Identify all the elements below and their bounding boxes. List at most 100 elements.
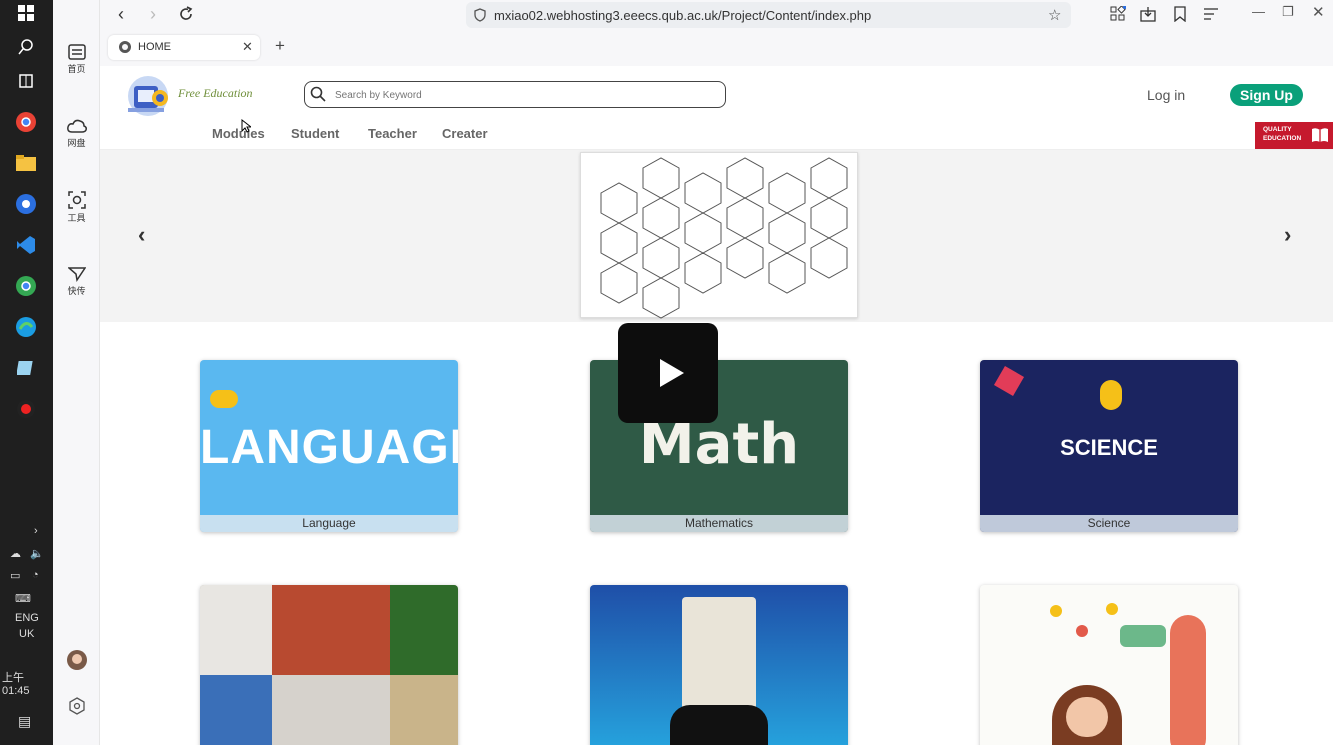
language-indicator-uk[interactable]: UK bbox=[19, 628, 34, 640]
mouse-cursor-icon bbox=[241, 118, 253, 138]
address-bar[interactable]: mxiao02.webhosting3.eeecs.qub.ac.uk/Proj… bbox=[466, 2, 1071, 28]
notification-icon[interactable]: ▤ bbox=[18, 713, 31, 730]
file-explorer-icon[interactable] bbox=[13, 150, 39, 176]
menu-icon[interactable] bbox=[1204, 7, 1218, 25]
minimize-icon[interactable]: — bbox=[1252, 4, 1265, 19]
nav-modules[interactable]: Modules bbox=[212, 126, 265, 141]
book-stack-image bbox=[682, 597, 756, 717]
edge-icon[interactable] bbox=[13, 314, 39, 340]
sidepanel-cloud-label: 网盘 bbox=[67, 138, 86, 148]
wifi-icon[interactable]: ◔ bbox=[32, 569, 39, 581]
search-icon[interactable] bbox=[13, 34, 39, 60]
bookmarks-icon[interactable] bbox=[1173, 6, 1187, 27]
crowd-image bbox=[272, 675, 390, 745]
restore-icon[interactable]: ❐ bbox=[1282, 4, 1294, 20]
download-icon[interactable] bbox=[1140, 6, 1156, 27]
sidepanel-tools[interactable]: 工具 bbox=[53, 191, 100, 224]
cloud-icon[interactable]: ☁ bbox=[10, 547, 21, 560]
url-text[interactable]: mxiao02.webhosting3.eeecs.qub.ac.uk/Proj… bbox=[494, 8, 871, 23]
new-tab-button[interactable]: + bbox=[275, 36, 285, 56]
sidepanel-home[interactable]: 首页 bbox=[53, 44, 100, 75]
windows-start-icon[interactable] bbox=[13, 0, 39, 26]
windows-taskbar: › ☁ 🔈 ▭ ◔ ⌨ ENG UK 上午 01:45 ▤ bbox=[0, 0, 53, 745]
tools-icon bbox=[67, 191, 86, 209]
shield-icon[interactable] bbox=[474, 8, 486, 27]
keyboard-icon[interactable]: ⌨ bbox=[15, 592, 31, 605]
badge-line-2: EDUCATION bbox=[1263, 135, 1302, 142]
vscode-icon[interactable] bbox=[13, 232, 39, 258]
molecule-icon bbox=[993, 365, 1025, 397]
site-logo-text[interactable]: Free Education bbox=[178, 86, 253, 101]
speech-bubble-icon bbox=[210, 390, 238, 408]
video-play-button[interactable] bbox=[618, 323, 718, 423]
nav-student[interactable]: Student bbox=[291, 126, 339, 141]
close-window-icon[interactable]: ✕ bbox=[1312, 3, 1325, 21]
module-caption-mathematics: Mathematics bbox=[590, 515, 848, 532]
search-box[interactable] bbox=[304, 81, 726, 108]
language-art-text: LANGUAGE bbox=[200, 421, 458, 474]
module-card-science[interactable]: SCIENCE Science bbox=[980, 360, 1238, 532]
send-icon bbox=[67, 267, 86, 282]
battery-icon: ▭ bbox=[10, 570, 21, 582]
reload-icon[interactable] bbox=[178, 6, 194, 27]
suit-image bbox=[670, 705, 768, 745]
module-caption-science: Science bbox=[980, 515, 1238, 532]
recorder-icon[interactable] bbox=[13, 396, 39, 422]
browser-side-panel: 首页 网盘 工具 快传 bbox=[53, 0, 100, 745]
cloud-drive-icon bbox=[66, 119, 87, 133]
settings-icon[interactable] bbox=[68, 697, 86, 720]
chevron-right-icon[interactable]: › bbox=[34, 525, 38, 537]
badge-line-1: QUALITY bbox=[1263, 126, 1292, 133]
site-logo[interactable] bbox=[124, 72, 174, 123]
login-link[interactable]: Log in bbox=[1147, 87, 1185, 103]
watering-can-icon bbox=[1120, 625, 1166, 647]
module-card-social-science[interactable] bbox=[200, 585, 458, 745]
chrome-icon[interactable] bbox=[13, 109, 39, 135]
science-art-text: SCIENCE bbox=[1060, 435, 1158, 460]
carousel-next-icon[interactable]: › bbox=[1284, 222, 1291, 248]
taskbar-clock[interactable]: 上午 01:45 bbox=[2, 669, 53, 697]
search-icon[interactable] bbox=[310, 86, 326, 107]
module-card-language[interactable]: LANGUAGE Language bbox=[200, 360, 458, 532]
globe-icon bbox=[118, 40, 132, 59]
app-icon[interactable] bbox=[13, 355, 39, 381]
hero-carousel: ‹ › bbox=[100, 150, 1333, 322]
face-illustration bbox=[1066, 697, 1108, 737]
carousel-slide-image bbox=[580, 152, 858, 319]
module-caption-language: Language bbox=[200, 515, 458, 532]
play-icon bbox=[660, 359, 684, 387]
signup-button[interactable]: Sign Up bbox=[1230, 84, 1303, 106]
light-bulb-icon bbox=[1100, 380, 1122, 410]
browser-app-icon[interactable] bbox=[13, 191, 39, 217]
bookmark-star-icon[interactable]: ☆ bbox=[1048, 6, 1061, 24]
globe-image bbox=[390, 585, 458, 675]
carousel-prev-icon[interactable]: ‹ bbox=[138, 222, 145, 248]
arm-illustration bbox=[1170, 615, 1206, 745]
manuscript-image bbox=[390, 675, 458, 745]
task-view-icon[interactable] bbox=[13, 68, 39, 94]
sidepanel-send-label: 快传 bbox=[67, 286, 86, 296]
avatar[interactable] bbox=[67, 650, 87, 670]
search-input[interactable] bbox=[335, 86, 715, 104]
quality-education-badge: QUALITY EDUCATION bbox=[1255, 122, 1333, 149]
back-icon[interactable]: ‹ bbox=[118, 4, 124, 25]
nav-teacher[interactable]: Teacher bbox=[368, 126, 417, 141]
book-icon bbox=[1311, 127, 1329, 148]
close-tab-icon[interactable]: ✕ bbox=[242, 39, 253, 55]
forward-icon[interactable]: › bbox=[150, 4, 156, 25]
flower-icon bbox=[1076, 625, 1088, 637]
sidepanel-quick-send[interactable]: 快传 bbox=[53, 266, 100, 297]
module-card-information-technology[interactable] bbox=[590, 585, 848, 745]
statue-image bbox=[200, 585, 272, 675]
volume-icon[interactable]: 🔈 bbox=[30, 547, 44, 560]
language-indicator-eng[interactable]: ENG bbox=[15, 612, 39, 624]
chrome-profile-icon[interactable] bbox=[13, 273, 39, 299]
sidepanel-cloud-drive[interactable]: 网盘 bbox=[53, 118, 100, 149]
module-card-personal-growth[interactable] bbox=[980, 585, 1238, 745]
flower-icon bbox=[1106, 603, 1118, 615]
home-panel-icon bbox=[67, 44, 86, 60]
tab-home[interactable]: HOME ✕ bbox=[108, 35, 260, 60]
nav-creater[interactable]: Creater bbox=[442, 126, 488, 141]
flower-icon bbox=[1050, 605, 1062, 617]
extensions-icon[interactable] bbox=[1110, 5, 1127, 27]
